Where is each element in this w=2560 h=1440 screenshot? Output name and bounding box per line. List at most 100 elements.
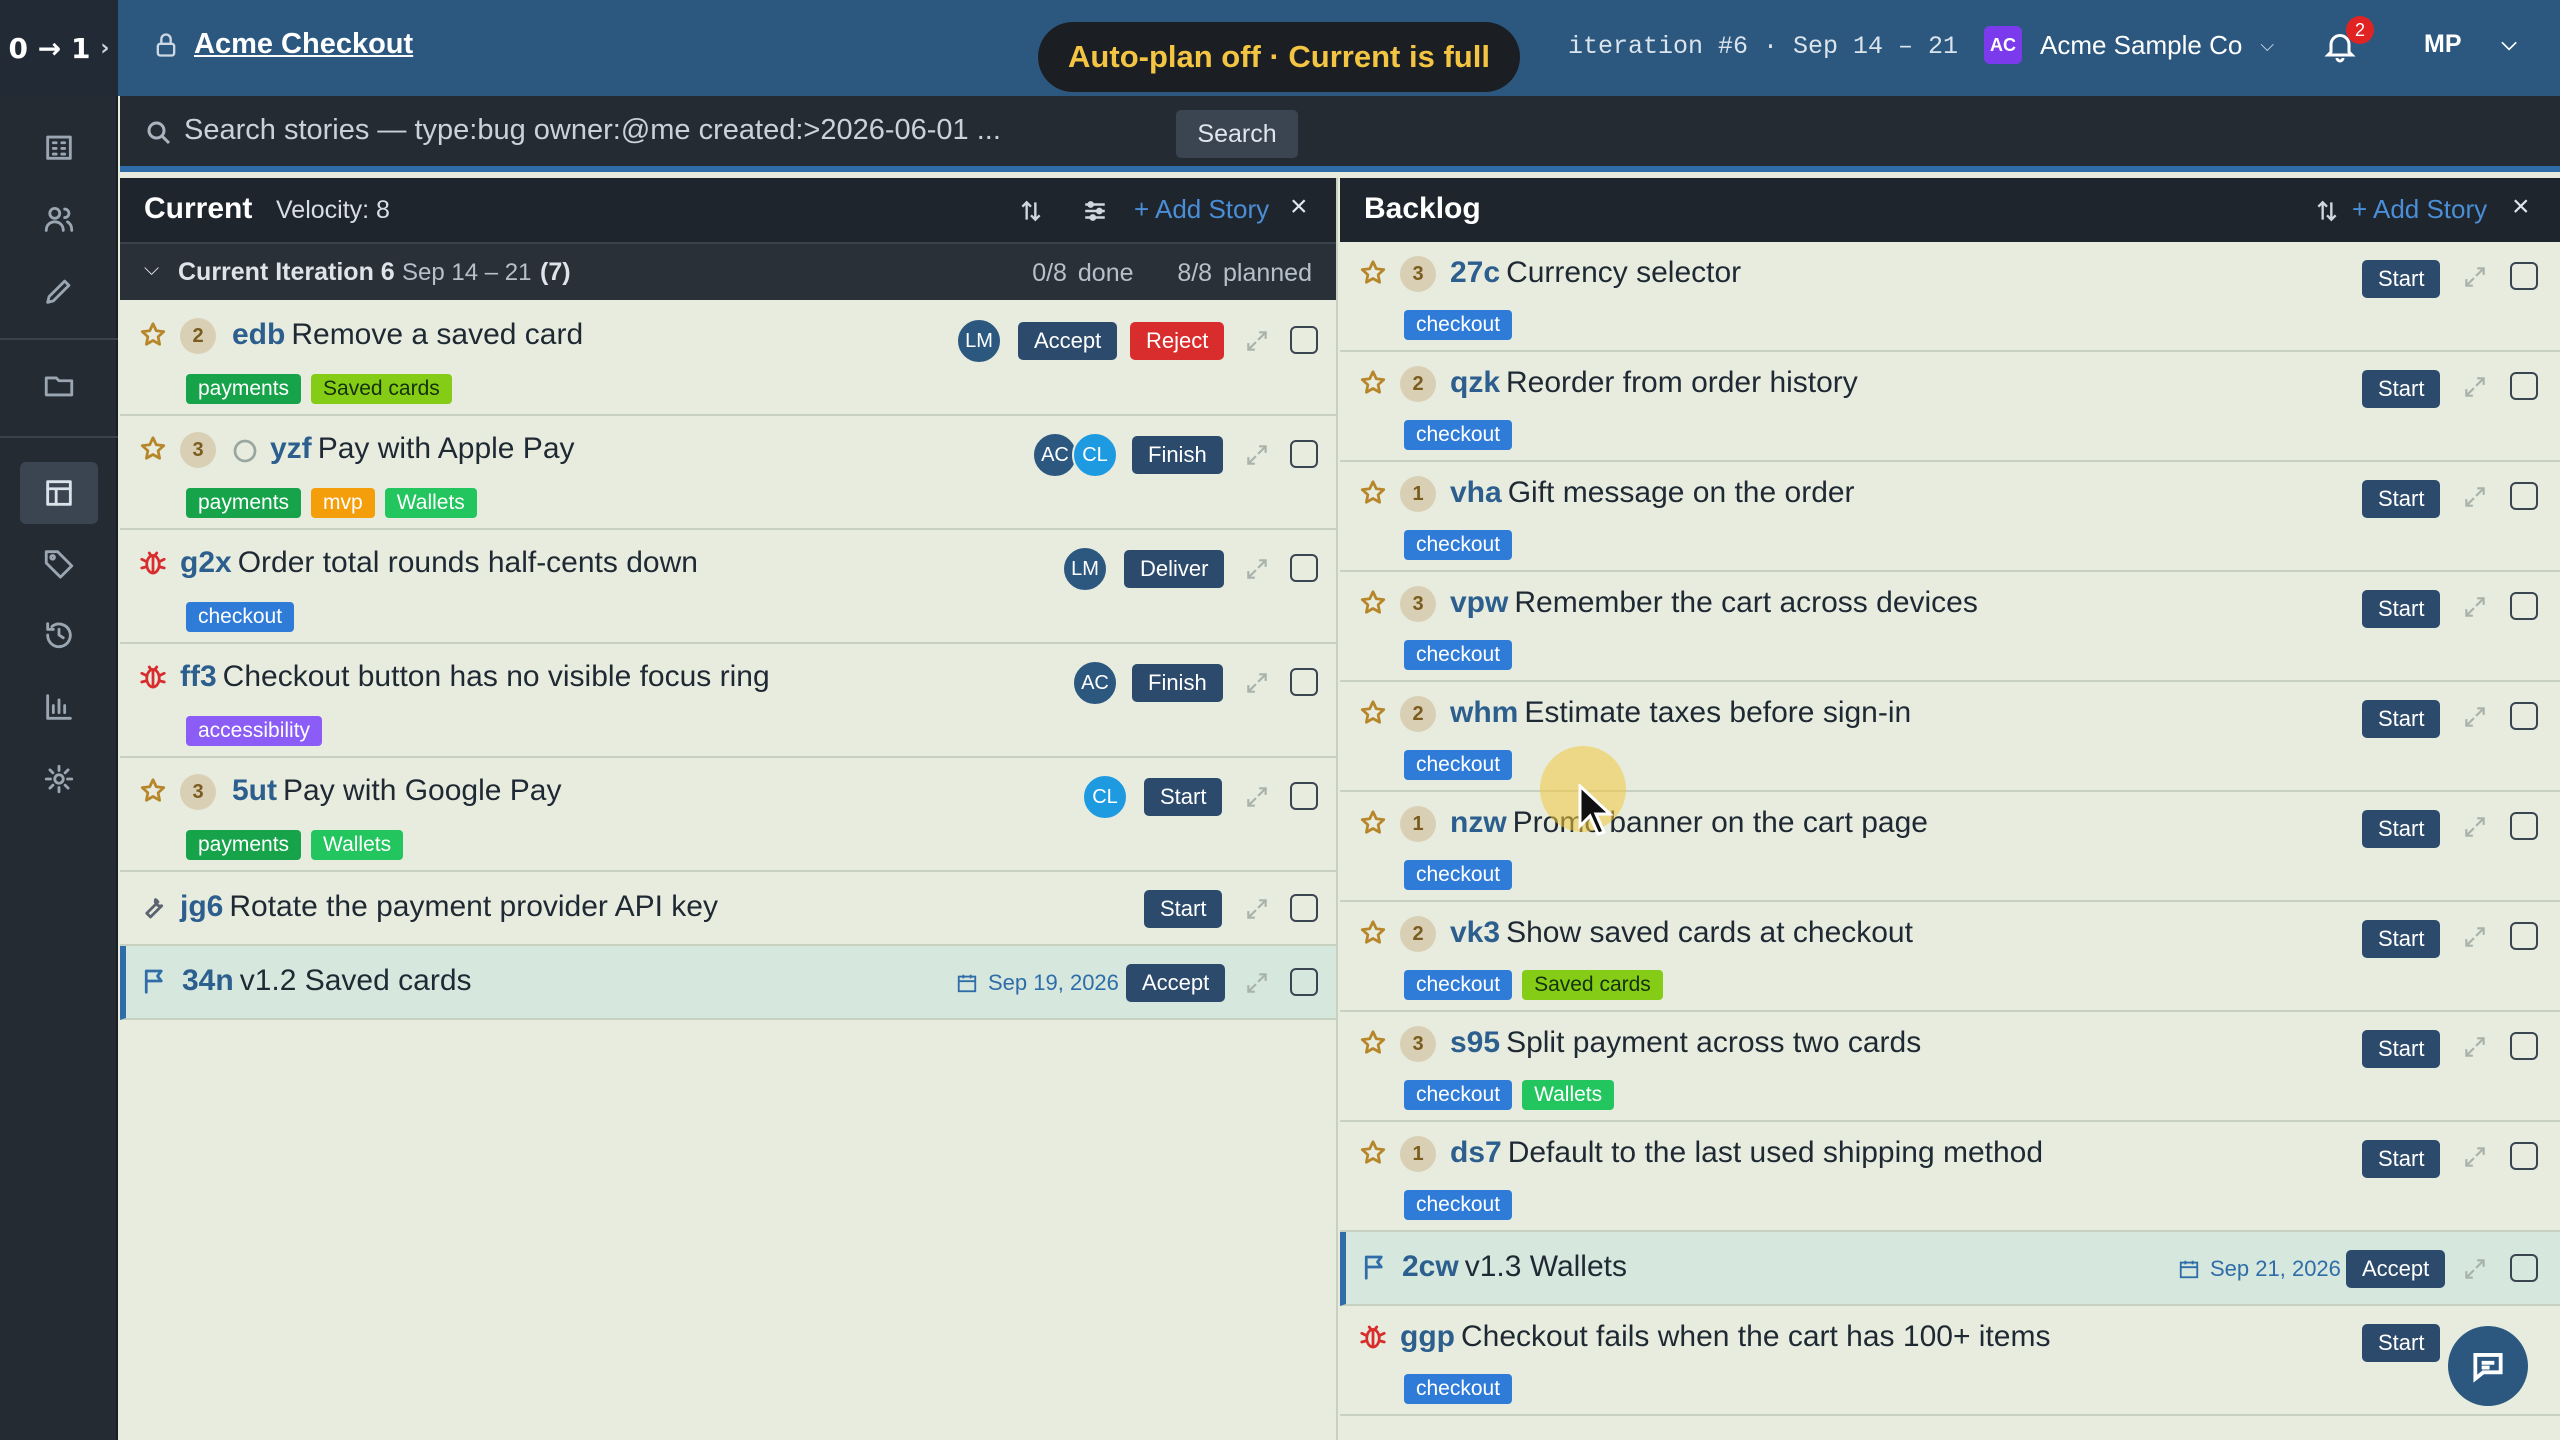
expand-icon[interactable] (1244, 328, 1270, 354)
label-saved-cards[interactable]: Saved cards (1522, 970, 1663, 1000)
start-button[interactable]: Start (2362, 700, 2441, 738)
expand-icon[interactable] (2462, 484, 2488, 510)
story-row[interactable]: g2x Order total rounds half-cents down ch… (120, 530, 1336, 644)
filter-icon[interactable] (1082, 198, 1108, 229)
select-checkbox[interactable] (2510, 922, 2538, 950)
label-checkout[interactable]: checkout (1404, 750, 1513, 780)
story-row[interactable]: 2 qzk Reorder from order history checkout… (1340, 352, 2560, 462)
story-row[interactable]: 3 27c Currency selector checkout Start (1340, 242, 2560, 352)
select-checkbox[interactable] (1290, 782, 1318, 810)
label-checkout[interactable]: checkout (1404, 530, 1513, 560)
owner-avatar[interactable]: CL (1072, 432, 1118, 478)
start-button[interactable]: Start (2362, 590, 2441, 628)
label-checkout[interactable]: checkout (1404, 860, 1513, 890)
org-switcher[interactable]: AC Acme Sample Co ⌵ (1984, 26, 2274, 64)
search-input[interactable]: Search stories — type:bug owner:@me crea… (184, 114, 1001, 147)
story-row[interactable]: 1 vha Gift message on the order checkout … (1340, 462, 2560, 572)
start-button[interactable]: Start (2362, 370, 2441, 408)
start-button[interactable]: Start (2362, 810, 2441, 848)
story-title[interactable]: yzf Pay with Apple Pay (270, 432, 575, 466)
story-row[interactable]: 1 nzw Promo banner on the cart page check… (1340, 792, 2560, 902)
start-button[interactable]: Start (2362, 1140, 2441, 1178)
chat-button[interactable] (2448, 1326, 2528, 1406)
expand-icon[interactable] (1244, 896, 1270, 922)
label-mvp[interactable]: mvp (311, 488, 375, 518)
label-payments[interactable]: payments (186, 488, 302, 518)
accept-button[interactable]: Accept (1126, 964, 1226, 1002)
story-title[interactable]: whm Estimate taxes before sign-in (1450, 696, 1911, 730)
expand-icon[interactable] (2462, 374, 2488, 400)
label-checkout[interactable]: checkout (1404, 420, 1513, 450)
select-checkbox[interactable] (2510, 262, 2538, 290)
release-row[interactable]: 34n v1.2 Saved cards Sep 19, 2026 Accept (120, 946, 1336, 1020)
accept-button[interactable]: Accept (2346, 1250, 2446, 1288)
story-title[interactable]: vha Gift message on the order (1450, 476, 1855, 510)
select-checkbox[interactable] (2510, 1254, 2538, 1282)
story-title[interactable]: s95 Split payment across two cards (1450, 1026, 1921, 1060)
project-link[interactable]: Acme Checkout (152, 28, 413, 61)
tag-icon[interactable] (20, 532, 98, 594)
story-row[interactable]: ff3 Checkout button has no visible focus … (120, 644, 1336, 758)
expand-icon[interactable] (2462, 814, 2488, 840)
app-logo[interactable]: 0 → 1 › (0, 0, 118, 96)
release-row[interactable]: 2cw v1.3 Wallets Sep 21, 2026 Accept (1340, 1232, 2560, 1306)
label-checkout[interactable]: checkout (1404, 1080, 1513, 1110)
story-row[interactable]: 3 yzf Pay with Apple Pay payments mvp Wal… (120, 416, 1336, 530)
chart-icon[interactable] (20, 676, 98, 738)
expand-icon[interactable] (1244, 784, 1270, 810)
project-name[interactable]: Acme Checkout (194, 28, 413, 61)
expand-icon[interactable] (2462, 1144, 2488, 1170)
deliver-button[interactable]: Deliver (1124, 550, 1225, 588)
history-icon[interactable] (20, 604, 98, 666)
start-button[interactable]: Start (2362, 480, 2441, 518)
select-checkbox[interactable] (2510, 372, 2538, 400)
label-saved-cards[interactable]: Saved cards (311, 374, 452, 404)
start-button[interactable]: Start (2362, 260, 2441, 298)
expand-icon[interactable] (2462, 1256, 2488, 1282)
sort-icon[interactable] (2314, 198, 2340, 229)
reject-button[interactable]: Reject (1130, 322, 1225, 360)
start-button[interactable]: Start (1144, 890, 1223, 928)
story-row[interactable]: 2 edb Remove a saved card payments Saved … (120, 302, 1336, 416)
owner-avatar[interactable]: LM (1062, 546, 1108, 592)
select-checkbox[interactable] (1290, 668, 1318, 696)
select-checkbox[interactable] (1290, 968, 1318, 996)
story-title[interactable]: edb Remove a saved card (232, 318, 583, 352)
owner-avatar[interactable]: LM (956, 318, 1002, 364)
select-checkbox[interactable] (1290, 554, 1318, 582)
pencil-icon[interactable] (20, 260, 98, 322)
story-row[interactable]: 3 s95 Split payment across two cards chec… (1340, 1012, 2560, 1122)
search-button[interactable]: Search (1176, 110, 1298, 158)
story-title[interactable]: ds7 Default to the last used shipping met… (1450, 1136, 2043, 1170)
accept-button[interactable]: Accept (1018, 322, 1118, 360)
select-checkbox[interactable] (2510, 482, 2538, 510)
expand-icon[interactable] (2462, 704, 2488, 730)
finish-button[interactable]: Finish (1132, 664, 1223, 702)
label-payments[interactable]: payments (186, 374, 302, 404)
story-row[interactable]: 3 vpw Remember the cart across devices ch… (1340, 572, 2560, 682)
label-checkout[interactable]: checkout (1404, 1190, 1513, 1220)
expand-icon[interactable] (1244, 442, 1270, 468)
select-checkbox[interactable] (2510, 1142, 2538, 1170)
dashboard-icon[interactable] (20, 116, 98, 178)
sort-icon[interactable] (1018, 198, 1044, 229)
expand-icon[interactable] (1244, 556, 1270, 582)
close-icon[interactable]: × (1290, 190, 1308, 224)
select-checkbox[interactable] (1290, 326, 1318, 354)
story-row[interactable]: 2 whm Estimate taxes before sign-in check… (1340, 682, 2560, 792)
expand-icon[interactable] (2462, 594, 2488, 620)
label-checkout[interactable]: checkout (1404, 640, 1513, 670)
label-accessibility[interactable]: accessibility (186, 716, 323, 746)
finish-button[interactable]: Finish (1132, 436, 1223, 474)
story-title[interactable]: vk3 Show saved cards at checkout (1450, 916, 1913, 950)
story-title[interactable]: nzw Promo banner on the cart page (1450, 806, 1928, 840)
story-row[interactable]: ggp Checkout fails when the cart has 100+… (1340, 1306, 2560, 1416)
add-story-button[interactable]: + Add Story (1134, 194, 1269, 225)
label-payments[interactable]: payments (186, 830, 302, 860)
story-title[interactable]: vpw Remember the cart across devices (1450, 586, 1978, 620)
story-title[interactable]: jg6 Rotate the payment provider API key (180, 890, 718, 924)
story-row[interactable]: 2 vk3 Show saved cards at checkout checko… (1340, 902, 2560, 1012)
iteration-header[interactable]: ⌵ Current Iteration 6 Sep 14 – 21 (7) 0/… (120, 242, 1336, 300)
label-checkout[interactable]: checkout (186, 602, 295, 632)
owner-avatar[interactable]: CL (1082, 774, 1128, 820)
